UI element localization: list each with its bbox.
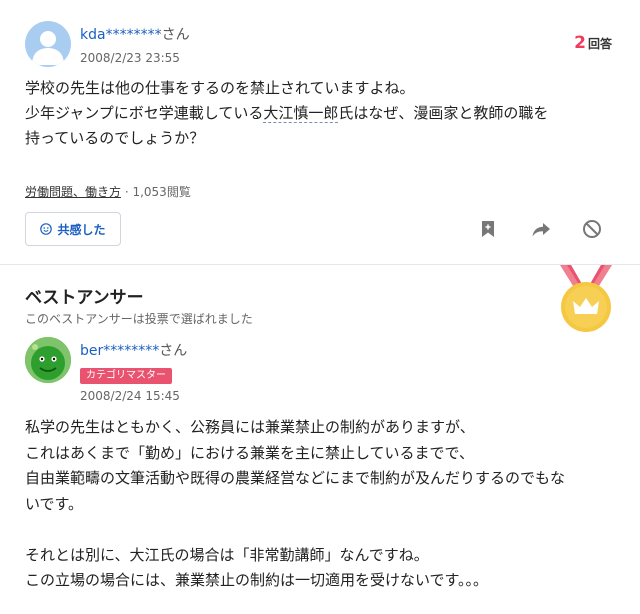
view-count: · 1,053閲覧 bbox=[121, 185, 191, 199]
bookmark-icon[interactable] bbox=[477, 218, 499, 240]
answer-line: それとは別に、大江氏の場合は「非常勤講師」なんですね。 bbox=[25, 545, 429, 564]
question-text: 少年ジャンプにボセ学連載している bbox=[25, 104, 264, 122]
answer-line: 私学の先生はともかく、公務員には兼業禁止の制約がありますが、 bbox=[25, 418, 475, 436]
question-body: 学校の先生は他の仕事をするのを禁止されていますよね。 少年ジャンプにボセ学連載し… bbox=[25, 76, 615, 151]
answer-user-avatar[interactable] bbox=[25, 337, 71, 383]
question-meta: 労働問題、働き方 · 1,053閲覧 bbox=[25, 183, 191, 200]
answer-body: 私学の先生はともかく、公務員には兼業禁止の制約がありますが、 これはあくまで「勤… bbox=[25, 415, 610, 594]
answer-user-id[interactable]: ber******** bbox=[80, 343, 159, 359]
question-text: 氏はなぜ、漫画家と教師の職を bbox=[338, 104, 549, 122]
category-master-badge: カテゴリマスター bbox=[80, 368, 172, 384]
answer-user-suffix: さん bbox=[159, 343, 188, 359]
question-card: kda********さん 2008/2/23 23:55 2 回答 学校の先生は… bbox=[0, 0, 640, 264]
user-silhouette-icon bbox=[32, 31, 64, 65]
answer-line: これはあくまで「勤め」における兼業を主に禁止しているまでで、 bbox=[25, 443, 474, 462]
question-line: 学校の先生は他の仕事をするのを禁止されていますよね。 bbox=[25, 79, 415, 97]
question-user-suffix: さん bbox=[161, 27, 190, 43]
smile-icon bbox=[40, 223, 53, 235]
question-date: 2008/2/23 23:55 bbox=[80, 51, 180, 65]
empathy-button[interactable]: 共感した bbox=[25, 212, 121, 246]
question-line: 持っているのでしょうか？ bbox=[25, 129, 205, 147]
question-user-id[interactable]: kda******** bbox=[80, 27, 162, 43]
keyword-link[interactable]: 大江慎一郎 bbox=[263, 104, 339, 123]
share-icon[interactable] bbox=[530, 218, 552, 240]
answer-line: いです。 bbox=[25, 494, 84, 513]
answers-count-label: 回答 bbox=[587, 37, 612, 51]
answer-line: 自由業範疇の文筆活動や既得の農業経営などにまで制約が及んだりするのでもな bbox=[25, 469, 566, 487]
best-answer-title: ベストアンサー bbox=[25, 288, 144, 308]
answer-line bbox=[25, 517, 610, 543]
answers-count[interactable]: 2 回答 bbox=[574, 33, 612, 53]
answer-line: この立場の場合には、兼業禁止の制約は一切適用を受けないです。。。 bbox=[25, 571, 489, 589]
question-user-avatar[interactable] bbox=[25, 21, 71, 67]
best-answer-card: ベストアンサー このベストアンサーは投票で選ばれました ber********さ… bbox=[0, 265, 640, 614]
answer-date: 2008/2/24 15:45 bbox=[80, 389, 180, 403]
question-line: 少年ジャンプにボセ学連載している大江慎一郎氏はなぜ、漫画家と教師の職を bbox=[25, 101, 615, 126]
question-user-name[interactable]: kda********さん bbox=[80, 24, 190, 44]
empathy-label: 共感した bbox=[57, 222, 106, 237]
crown-medal-icon bbox=[560, 265, 612, 332]
green-character-icon bbox=[25, 337, 71, 383]
category-link[interactable]: 労働問題、働き方 bbox=[25, 185, 121, 199]
best-answer-subtitle: このベストアンサーは投票で選ばれました bbox=[25, 312, 253, 326]
answers-count-number: 2 bbox=[574, 33, 586, 53]
block-icon[interactable] bbox=[581, 218, 603, 240]
answer-user-name[interactable]: ber********さん bbox=[80, 340, 187, 360]
